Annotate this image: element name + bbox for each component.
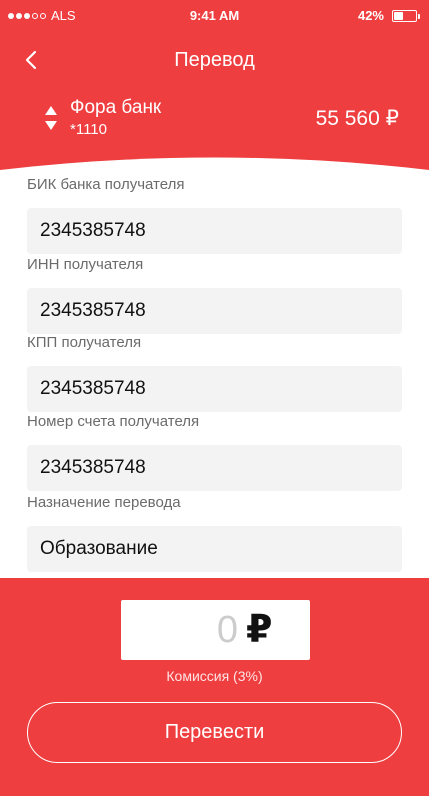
kpp-input[interactable]: 2345385748: [27, 366, 402, 412]
field-label: КПП получателя: [27, 334, 142, 351]
account-number-input[interactable]: 2345385748: [27, 445, 402, 491]
account-balance: 55 560 ₽: [315, 107, 399, 130]
bik-input[interactable]: 2345385748: [27, 208, 402, 254]
header: ALS 9:41 AM 42% Перевод Фора банк *1110 …: [0, 0, 429, 205]
page-title: Перевод: [174, 49, 255, 71]
ruble-sign: ₽: [246, 609, 273, 651]
status-bar: ALS 9:41 AM 42%: [0, 0, 429, 32]
field-label: Назначение перевода: [27, 494, 181, 511]
nav-bar: Перевод: [0, 40, 429, 80]
battery-icon: [392, 9, 420, 22]
transfer-button[interactable]: Перевести: [27, 702, 402, 763]
amount-value: 0: [216, 609, 238, 651]
inn-input[interactable]: 2345385748: [27, 288, 402, 334]
purpose-input[interactable]: Образование: [27, 526, 402, 572]
bank-name: Фора банк: [70, 97, 162, 118]
commission-label: Комиссия (3%): [166, 668, 263, 684]
battery-percent: 42%: [357, 8, 384, 23]
field-label: БИК банка получателя: [27, 176, 185, 193]
field-label: Номер счета получателя: [27, 413, 200, 430]
battery-status: 42%: [357, 8, 420, 23]
amount-input[interactable]: 0 ₽: [121, 600, 310, 660]
bottom-panel: 0 ₽ Комиссия (3%) Перевести: [0, 578, 429, 796]
sort-arrows-icon[interactable]: [44, 105, 58, 131]
account-number: *1110: [70, 121, 107, 138]
account-selector[interactable]: Фора банк *1110 55 560 ₽: [0, 95, 429, 143]
field-label: ИНН получателя: [27, 256, 144, 273]
